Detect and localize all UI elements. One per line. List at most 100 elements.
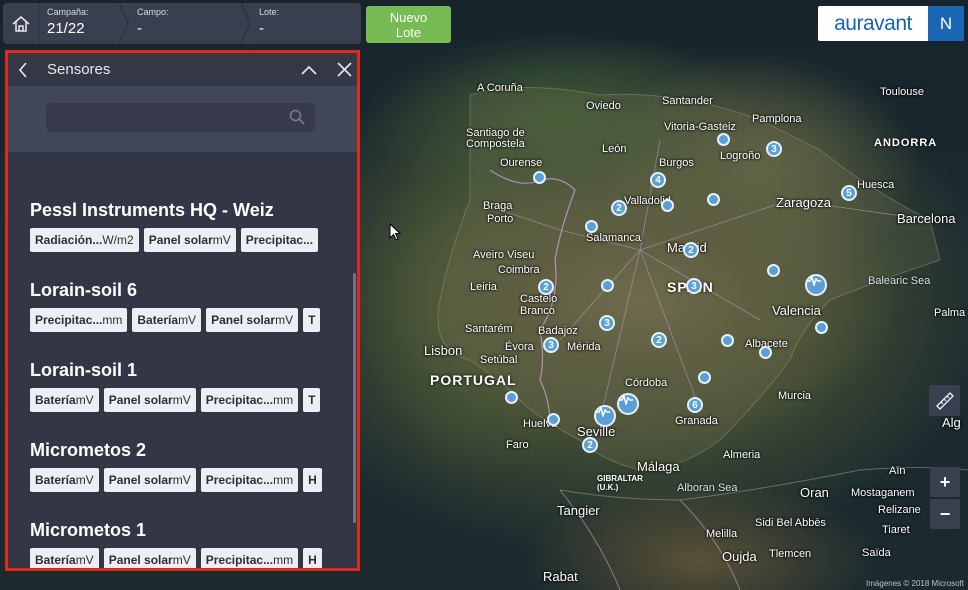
station-card[interactable]: Pessl Instruments HQ - Weiz Radiación...… [30, 200, 319, 252]
sensor-tag[interactable]: T [303, 388, 321, 412]
campaign-selector[interactable]: Campaña: 21/22 [39, 3, 129, 44]
sensor-cluster-marker[interactable]: 3 [543, 337, 559, 353]
sensor-cluster-marker[interactable]: 3 [686, 278, 702, 294]
sensor-marker[interactable] [717, 133, 730, 146]
search-area [8, 86, 357, 152]
station-card[interactable]: Lorain-soil 6 Precipitac...mm BateríamV Pa… [30, 280, 321, 332]
city-label: Mostaganem [851, 487, 915, 499]
city-label: Córdoba [625, 377, 668, 389]
sensor-tag-unit: mV [172, 553, 191, 567]
sensor-cluster-marker[interactable]: 2 [611, 200, 627, 216]
sensor-tag[interactable]: Precipitac...mm [200, 548, 299, 568]
search-input[interactable] [46, 103, 315, 132]
city-label: Mérida [567, 341, 601, 353]
lot-selector[interactable]: Lote: - [251, 3, 361, 44]
sensor-marker[interactable] [759, 346, 772, 359]
sensor-cluster-marker[interactable]: 3 [766, 141, 782, 157]
sensor-tag[interactable]: Radiación...W/m2 [30, 228, 139, 252]
sensor-cluster-marker[interactable]: 2 [683, 242, 699, 258]
city-label: Seville [577, 424, 616, 439]
city-label: Santander [662, 95, 713, 107]
city-label: Alg [942, 415, 961, 430]
field-separator [119, 3, 129, 44]
sensor-tag[interactable]: Panel solarmV [103, 548, 196, 568]
city-label: Santiago de Compostela [466, 127, 525, 150]
panel-scrollbar[interactable] [353, 273, 356, 523]
sensor-tag-unit: mV [212, 233, 231, 247]
sensor-tag[interactable]: BateríamV [30, 388, 99, 412]
sensor-marker[interactable] [721, 334, 734, 347]
sensor-tag[interactable]: Precipitac... [240, 228, 319, 252]
sensor-tag[interactable]: Precipitac...mm [200, 388, 299, 412]
city-label: Faro [506, 439, 529, 451]
sensor-marker[interactable] [707, 193, 720, 206]
station-card[interactable]: Micrometos 1 BateríamV Panel solarmV Preci… [30, 520, 322, 568]
city-label: Tlemcen [769, 548, 812, 560]
user-menu-button[interactable]: N [928, 6, 964, 41]
sensor-marker[interactable] [585, 220, 598, 233]
station-card[interactable]: Micrometos 2 BateríamV Panel solarmV Preci… [30, 440, 322, 492]
weather-station-marker[interactable] [805, 274, 827, 296]
sensor-tag[interactable]: H [303, 468, 322, 492]
city-label: Castelo Branco [520, 293, 558, 317]
panel-header: Sensores [8, 53, 357, 86]
back-button[interactable] [12, 53, 34, 86]
sensor-marker[interactable] [815, 321, 828, 334]
sensor-tag[interactable]: Panel solarmV [103, 468, 196, 492]
zoom-in-button[interactable]: + [930, 467, 960, 497]
sensor-cluster-marker[interactable]: 4 [650, 172, 666, 188]
collapse-button[interactable] [296, 53, 322, 86]
sensor-cluster-marker[interactable]: 5 [841, 185, 857, 201]
sensor-tag[interactable]: Panel solarmV [103, 388, 196, 412]
search-field[interactable] [46, 103, 315, 132]
sensor-tag-name: Precipitac... [205, 553, 274, 567]
sensor-marker[interactable] [533, 171, 546, 184]
sensor-cluster-marker[interactable]: 2 [582, 437, 598, 453]
sensor-tag[interactable]: Panel solarmV [206, 308, 299, 332]
ruler-icon [935, 391, 954, 410]
sensor-tag-name: Batería [35, 393, 76, 407]
weather-station-marker[interactable] [617, 393, 639, 415]
new-lot-button-line2: Lote [395, 25, 422, 40]
measure-tool-button[interactable] [929, 385, 960, 416]
sensor-tag[interactable]: T [303, 308, 321, 332]
city-label: Tangier [557, 503, 600, 518]
weather-station-marker[interactable] [594, 405, 616, 427]
close-button[interactable] [331, 53, 357, 86]
sensor-cluster-marker[interactable]: 2 [651, 332, 667, 348]
sensor-tag[interactable]: BateríamV [132, 308, 202, 332]
sensor-tag[interactable]: Precipitac...mm [30, 308, 128, 332]
sensor-tag-unit: mV [75, 553, 94, 567]
home-icon [12, 15, 29, 32]
sensor-marker[interactable] [601, 279, 614, 292]
sensor-tag[interactable]: BateríamV [30, 548, 99, 568]
sensor-marker[interactable] [661, 199, 674, 212]
city-label: Leiria [470, 281, 497, 293]
sensor-cluster-marker[interactable]: 6 [687, 397, 703, 413]
sensor-cluster-marker[interactable]: 3 [599, 315, 615, 331]
lot-label: Lote: [259, 7, 280, 17]
city-label: Lisbon [424, 343, 463, 358]
home-button[interactable] [3, 3, 39, 44]
sensor-marker[interactable] [767, 264, 780, 277]
new-lot-button[interactable]: Nuevo Lote [366, 6, 451, 43]
sensor-tag[interactable]: Precipitac...mm [200, 468, 299, 492]
sensor-tag[interactable]: Panel solarmV [143, 228, 236, 252]
station-card[interactable]: Lorain-soil 1 BateríamV Panel solarmV Prec… [30, 360, 321, 412]
sensor-tag-name: Batería [137, 313, 179, 327]
sensor-tag-name: Panel solar [108, 473, 173, 487]
sensor-cluster-marker[interactable]: 2 [538, 279, 554, 295]
field-selector[interactable]: Campo: - [129, 3, 251, 44]
city-label: Saïda [862, 547, 891, 559]
sensor-tag[interactable]: BateríamV [30, 468, 99, 492]
city-label: Santarém [465, 323, 513, 335]
lot-value: - [259, 20, 264, 37]
sensor-marker[interactable] [547, 413, 560, 426]
sensor-tag-name: Precipitac... [35, 313, 103, 327]
zoom-out-button[interactable]: − [930, 499, 960, 529]
sensor-marker[interactable] [505, 391, 518, 404]
sensor-tag[interactable]: H [303, 548, 322, 568]
city-label: Oran [800, 485, 829, 500]
sensor-marker[interactable] [698, 371, 711, 384]
city-label: Granada [675, 415, 718, 427]
